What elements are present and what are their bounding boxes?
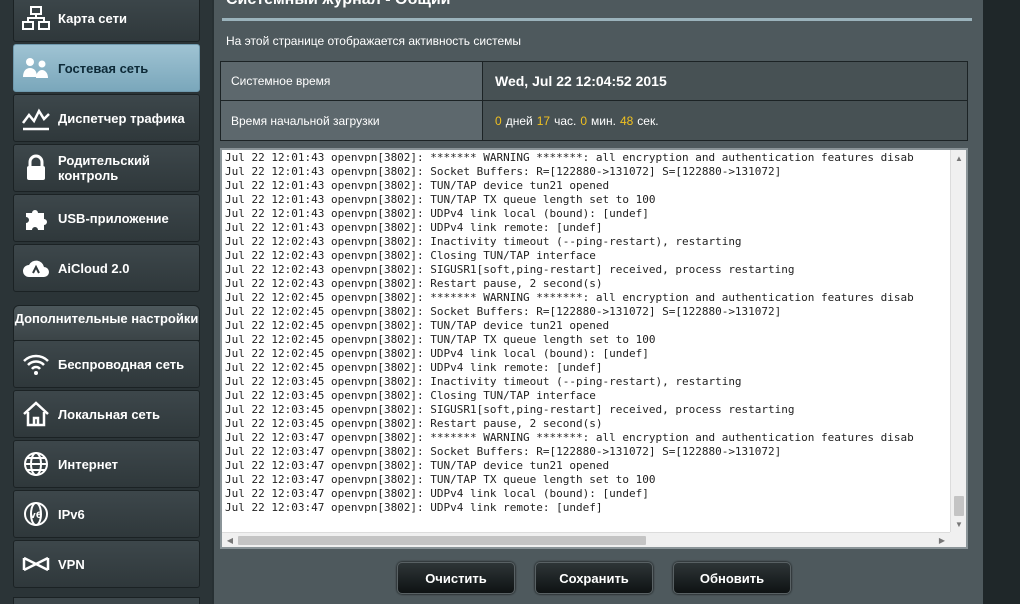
log-line: Jul 22 12:03:45 openvpn[3802]: Restart p… [225,417,603,430]
log-line: Jul 22 12:02:45 openvpn[3802]: ******* W… [225,291,914,304]
sidebar-item-aicloud[interactable]: AiCloud 2.0 [13,244,200,292]
log-line: Jul 22 12:02:45 openvpn[3802]: TUN/TAP T… [225,333,656,346]
svg-text:v6: v6 [30,511,42,521]
title-divider [222,18,972,21]
log-horizontal-scrollbar[interactable]: ◀ ▶ [222,532,950,547]
sidebar-item-ipv6[interactable]: v6 IPv6 [13,490,200,538]
sidebar-item-usb-application[interactable]: USB-приложение [13,194,200,242]
sidebar-item-label: VPN [58,556,85,572]
aicloud-icon [14,253,58,283]
page-title: Системный журнал - Общий [226,0,451,9]
scroll-right-arrow-icon[interactable]: ▶ [934,533,950,548]
sidebar-item-parental-control[interactable]: Родительский контроль [13,144,200,192]
sidebar-item-label: Карта сети [58,10,127,26]
scroll-down-arrow-icon[interactable]: ▼ [951,516,967,532]
log-line: Jul 22 12:02:43 openvpn[3802]: Restart p… [225,277,603,290]
log-line: Jul 22 12:01:43 openvpn[3802]: Socket Bu… [225,165,782,178]
log-line: Jul 22 12:03:47 openvpn[3802]: UDPv4 lin… [225,487,649,500]
vpn-icon [14,549,58,579]
log-line: Jul 22 12:02:45 openvpn[3802]: Socket Bu… [225,305,782,318]
sidebar-item-wireless[interactable]: Беспроводная сеть [13,340,200,388]
log-line: Jul 22 12:01:43 openvpn[3802]: TUN/TAP T… [225,193,656,206]
resize-grip[interactable] [950,532,966,547]
sidebar-item-label: AiCloud 2.0 [58,260,130,276]
sidebar-item-internet[interactable]: Интернет [13,440,200,488]
sidebar-item-label: IPv6 [58,506,85,522]
save-button[interactable]: Сохранить [535,562,653,594]
log-line: Jul 22 12:01:43 openvpn[3802]: TUN/TAP d… [225,179,610,192]
parental-control-lock-icon [14,153,58,183]
sidebar-item-partial[interactable] [13,597,200,604]
uptime-minutes-unit: мин. [591,113,616,128]
system-time-row: Системное время Wed, Jul 22 12:04:52 201… [221,62,967,101]
page-description: На этой странице отображается активность… [226,34,521,48]
log-line: Jul 22 12:03:47 openvpn[3802]: Socket Bu… [225,445,782,458]
horizontal-scroll-thumb[interactable] [238,536,646,545]
log-line: Jul 22 12:03:47 openvpn[3802]: UDPv4 lin… [225,501,603,514]
log-line: Jul 22 12:03:47 openvpn[3802]: TUN/TAP T… [225,473,656,486]
traffic-manager-icon [14,103,58,133]
uptime-seconds-unit: сек. [637,113,659,128]
uptime-days: 0 [495,113,502,128]
sidebar-item-label: Гостевая сеть [58,60,149,76]
log-line: Jul 22 12:01:43 openvpn[3802]: ******* W… [225,151,914,164]
system-info-table: Системное время Wed, Jul 22 12:04:52 201… [220,61,968,141]
sidebar-item-vpn[interactable]: VPN [13,540,200,588]
log-line: Jul 22 12:02:43 openvpn[3802]: Closing T… [225,249,596,262]
refresh-button[interactable]: Обновить [673,562,791,594]
sidebar-item-traffic-manager[interactable]: Диспетчер трафика [13,94,200,142]
advanced-settings-header: Дополнительные настройки [13,305,200,341]
system-time-value: Wed, Jul 22 12:04:52 2015 [483,62,967,100]
main-panel: Системный журнал - Общий На этой страниц… [214,0,983,604]
uptime-hours-unit: час. [554,113,577,128]
log-line: Jul 22 12:02:45 openvpn[3802]: UDPv4 lin… [225,347,649,360]
uptime-value: 0 дней 17 час. 0 мин. 48 сек. [483,101,967,140]
vertical-scroll-thumb[interactable] [954,496,964,516]
uptime-minutes: 0 [580,113,588,128]
log-line: Jul 22 12:02:43 openvpn[3802]: Inactivit… [225,235,742,248]
sidebar-item-guest-network[interactable]: Гостевая сеть [13,44,200,92]
sidebar-item-lan[interactable]: Локальная сеть [13,390,200,438]
sidebar-item-network-map[interactable]: Карта сети [13,0,200,42]
home-lan-icon [14,399,58,429]
log-vertical-scrollbar[interactable]: ▲ ▼ [950,150,966,532]
clear-button[interactable]: Очистить [397,562,515,594]
log-line: Jul 22 12:01:43 openvpn[3802]: UDPv4 lin… [225,221,603,234]
uptime-row: Время начальной загрузки 0 дней 17 час. … [221,101,967,140]
uptime-hours: 17 [536,113,551,128]
log-line: Jul 22 12:02:45 openvpn[3802]: UDPv4 lin… [225,361,603,374]
guest-network-icon [14,53,58,83]
sidebar-item-label: Диспетчер трафика [58,110,185,126]
scroll-left-arrow-icon[interactable]: ◀ [222,533,238,548]
system-log-textarea[interactable]: Jul 22 12:01:43 openvpn[3802]: ******* W… [220,148,968,549]
log-line: Jul 22 12:03:45 openvpn[3802]: SIGUSR1[s… [225,403,795,416]
uptime-days-unit: дней [505,113,533,128]
network-map-icon [14,3,58,33]
uptime-seconds: 48 [619,113,634,128]
scroll-up-arrow-icon[interactable]: ▲ [951,150,967,166]
sidebar-item-label: Локальная сеть [58,406,160,422]
right-background [983,0,1020,604]
sidebar-item-label: Беспроводная сеть [58,356,185,372]
ipv6-icon: v6 [14,499,58,529]
log-line: Jul 22 12:02:43 openvpn[3802]: SIGUSR1[s… [225,263,795,276]
sidebar-item-label: Родительский контроль [58,153,150,183]
log-line: Jul 22 12:03:45 openvpn[3802]: Closing T… [225,389,596,402]
uptime-label: Время начальной загрузки [221,101,483,140]
log-line: Jul 22 12:03:47 openvpn[3802]: ******* W… [225,431,914,444]
log-content: Jul 22 12:01:43 openvpn[3802]: ******* W… [225,151,950,531]
log-line: Jul 22 12:01:43 openvpn[3802]: UDPv4 lin… [225,207,649,220]
log-line: Jul 22 12:03:45 openvpn[3802]: Inactivit… [225,375,742,388]
globe-icon [14,449,58,479]
log-line: Jul 22 12:03:47 openvpn[3802]: TUN/TAP d… [225,459,610,472]
log-line: Jul 22 12:02:45 openvpn[3802]: TUN/TAP d… [225,319,610,332]
usb-puzzle-icon [14,203,58,233]
system-time-label: Системное время [221,62,483,100]
sidebar-item-label: Интернет [58,456,119,472]
sidebar: Карта сети Гостевая сеть Диспетчер трафи… [0,0,212,604]
wireless-icon [14,349,58,379]
sidebar-item-label: USB-приложение [58,210,169,226]
